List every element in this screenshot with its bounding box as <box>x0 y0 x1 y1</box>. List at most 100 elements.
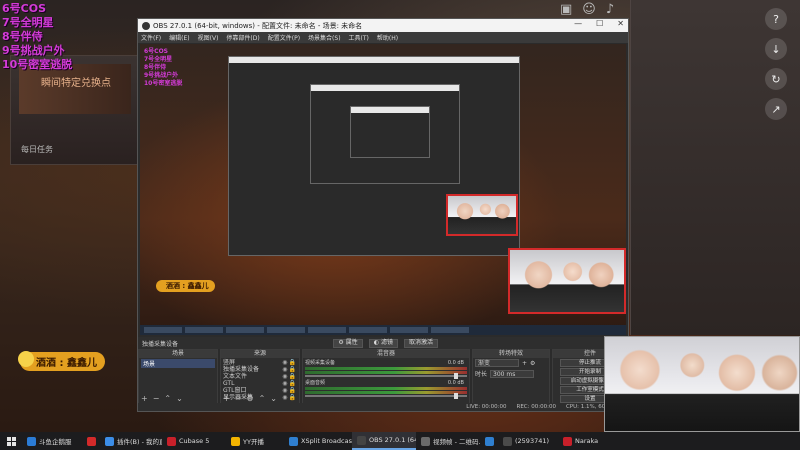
poster-text: 瞬间特定兑换点 <box>41 78 111 89</box>
eye-lock-icons[interactable]: ◉🔒 <box>282 387 297 394</box>
add-icon[interactable]: + <box>141 394 148 403</box>
volume-meter <box>305 367 467 370</box>
volume-slider[interactable] <box>305 393 467 399</box>
help-icon[interactable]: ? <box>765 8 787 30</box>
gear-icon: ⚙ <box>338 339 344 346</box>
down-icon[interactable]: ⌄ <box>176 394 183 403</box>
share-icon[interactable]: ↗ <box>765 98 787 120</box>
source-name: GTL窗口 <box>223 387 247 394</box>
daily-task-label: 每日任务 <box>21 145 53 154</box>
scenes-header: 场景 <box>139 350 217 358</box>
menu-profile[interactable]: 配置文件(P) <box>268 33 300 42</box>
mixer-track: 桌面音频 0.0 dB <box>305 379 467 387</box>
obs-preview[interactable]: 6号COS 7号全明星 8号伴侍 9号挑战户外 10号密室逃脱 酒酒 : 鑫鑫儿 <box>140 44 626 335</box>
duration-label: 时长 <box>475 371 488 378</box>
windows-taskbar: 斗鱼企鹅服 插件(B) - 我的直... Cubase 5 YY开播 XSplit Br… <box>0 432 800 450</box>
overlay-item: 10号密室逃脱 <box>144 80 183 87</box>
menu-tools[interactable]: 工具(T) <box>349 33 369 42</box>
gear-icon[interactable]: ⚙ <box>530 360 535 367</box>
source-row[interactable]: 竖屏 ◉🔒 <box>223 359 297 366</box>
start-button[interactable] <box>0 432 22 450</box>
source-row[interactable]: GTL窗口 ◉🔒 <box>223 387 297 394</box>
app-label: 插件(B) - 我的直... <box>117 438 162 446</box>
overlay-item: 6号COS <box>144 48 169 55</box>
taskbar-app[interactable]: (2593741) <box>498 432 558 450</box>
up-icon[interactable]: ⌃ <box>259 394 266 403</box>
app-icon <box>357 435 366 445</box>
add-icon[interactable]: + <box>522 360 527 367</box>
filters-label: 滤镜 <box>380 339 393 346</box>
eye-lock-icons[interactable]: ◉🔒 <box>282 394 297 401</box>
slider-knob[interactable] <box>454 373 459 379</box>
eye-lock-icons[interactable]: ◉🔒 <box>282 380 297 387</box>
track-name: 桌面音频 <box>305 380 326 386</box>
taskbar-app[interactable] <box>480 432 498 450</box>
overlay-item: 9号挑战户外 <box>144 72 179 79</box>
obs-title: OBS 27.0.1 (64-bit, windows) - 配置文件: 未命名… <box>153 21 363 30</box>
eye-lock-icons[interactable]: ◉🔒 <box>282 359 297 366</box>
up-icon[interactable]: ⌃ <box>164 394 171 403</box>
scene-item[interactable]: 场景 <box>141 359 215 368</box>
track-db: 0.0 dB <box>447 359 464 366</box>
taskbar-app[interactable]: 视频帧 - 二维码... <box>416 432 480 450</box>
app-icon <box>105 436 114 446</box>
app-label: (2593741) <box>515 437 550 445</box>
rec-status: REC: 00:00:00 <box>516 404 556 410</box>
deactivate-button[interactable]: 取消激活 <box>403 338 438 348</box>
menu-scene-collection[interactable]: 场景集合(S) <box>308 33 341 42</box>
obs-logo-icon <box>142 21 150 30</box>
mixer-track: 视频采集设备 0.0 dB <box>305 359 467 367</box>
sources-header: 来源 <box>221 350 299 358</box>
app-icon <box>27 436 36 446</box>
volume-meter <box>305 371 467 374</box>
overlay-item: 10号密室逃脱 <box>2 58 73 71</box>
down-icon[interactable]: ⌄ <box>270 394 277 403</box>
settings-icon[interactable]: ⚙ <box>246 394 253 403</box>
nested-taskbar <box>140 325 626 335</box>
duration-input[interactable]: 300 ms <box>490 369 535 378</box>
maximize-icon[interactable]: ☐ <box>596 19 603 28</box>
close-icon[interactable]: ✕ <box>617 19 624 28</box>
eye-lock-icons[interactable]: ◉🔒 <box>282 366 297 373</box>
slider-knob[interactable] <box>454 393 459 399</box>
transition-select[interactable]: 渐变 <box>475 359 519 367</box>
minimize-icon[interactable]: — <box>574 19 582 28</box>
remove-icon[interactable]: − <box>153 394 160 403</box>
eye-lock-icons[interactable]: ◉🔒 <box>282 373 297 380</box>
menu-view[interactable]: 视图(V) <box>198 33 219 42</box>
taskbar-app[interactable]: YY开播 <box>226 432 284 450</box>
source-row[interactable]: GTL ◉🔒 <box>223 380 297 387</box>
taskbar-app[interactable]: Cubase 5 <box>162 432 226 450</box>
mixer-header: 混音器 <box>303 350 469 358</box>
taskbar-app[interactable]: OBS 27.0.1 (64... <box>352 432 416 450</box>
obs-titlebar[interactable]: OBS 27.0.1 (64-bit, windows) - 配置文件: 未命名… <box>138 19 628 32</box>
menu-docks[interactable]: 停靠部件(D) <box>226 33 259 42</box>
download-icon[interactable]: ↓ <box>765 38 787 60</box>
obs-window[interactable]: OBS 27.0.1 (64-bit, windows) - 配置文件: 未命名… <box>137 18 629 412</box>
taskbar-app[interactable]: 斗鱼企鹅服 <box>22 432 82 450</box>
deactivate-label: 取消激活 <box>408 339 433 346</box>
add-icon[interactable]: + <box>223 394 230 403</box>
overlay-item: 8号伴侍 <box>144 64 167 71</box>
refresh-icon[interactable]: ↻ <box>765 68 787 90</box>
volume-meter <box>305 387 467 390</box>
track-db: 0.0 dB <box>447 379 464 386</box>
source-row[interactable]: 文本文件 ◉🔒 <box>223 373 297 380</box>
taskbar-app[interactable]: Naraka <box>558 432 598 450</box>
scenes-dock: 场景 场景 + − ⌃ ⌄ <box>138 349 218 405</box>
preview-name-tag: 酒酒 : 鑫鑫儿 <box>156 280 215 292</box>
remove-icon[interactable]: − <box>235 394 242 403</box>
taskbar-app[interactable]: XSplit Broadcas... <box>284 432 352 450</box>
menu-help[interactable]: 帮助(H) <box>377 33 398 42</box>
source-row[interactable]: 独播采集设备 ◉🔒 <box>223 366 297 373</box>
menu-edit[interactable]: 编辑(E) <box>169 33 189 42</box>
taskbar-app[interactable]: 插件(B) - 我的直... <box>100 432 162 450</box>
filters-button[interactable]: ◐ 滤镜 <box>368 338 398 348</box>
grid-icon: ▣ <box>560 2 573 17</box>
preview-overlay-list: 6号COS 7号全明星 8号伴侍 9号挑战户外 10号密室逃脱 <box>144 48 182 88</box>
transition-type-row: 渐变 + ⚙ <box>475 359 547 367</box>
menu-file[interactable]: 文件(F) <box>141 33 161 42</box>
volume-slider[interactable] <box>305 373 467 379</box>
properties-button[interactable]: ⚙ 属性 <box>333 338 363 348</box>
taskbar-app[interactable] <box>82 432 100 450</box>
